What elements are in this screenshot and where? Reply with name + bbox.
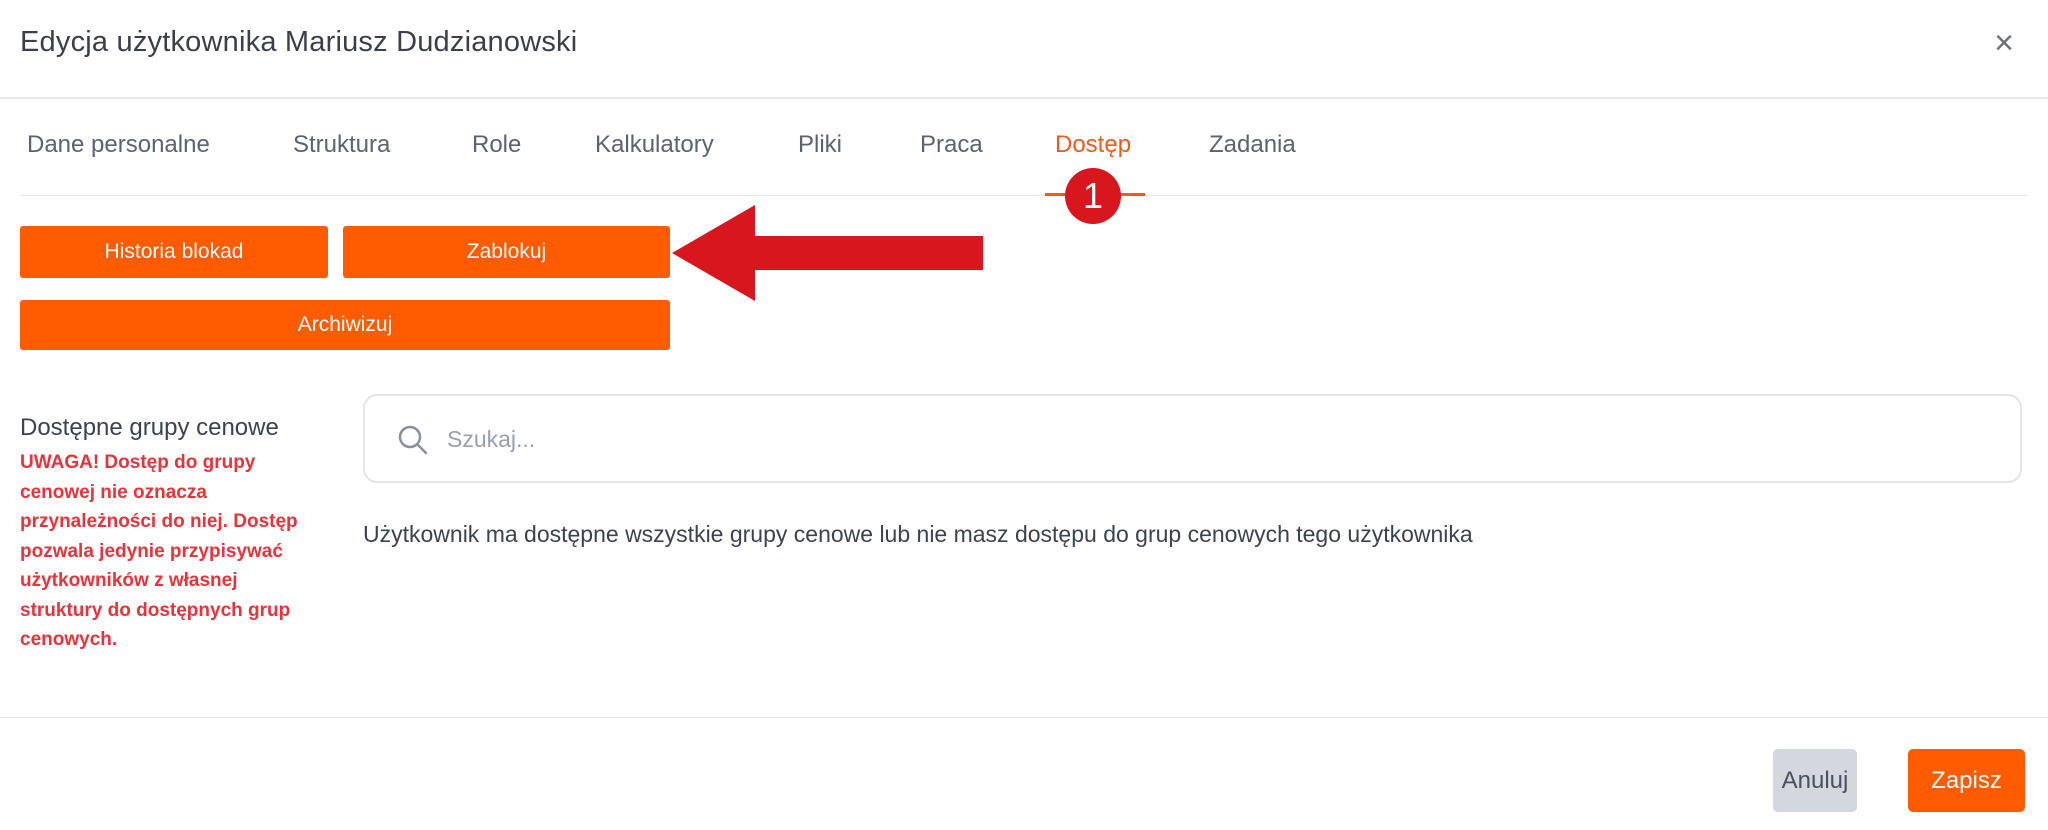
save-button[interactable]: Zapisz <box>1908 749 2025 812</box>
cancel-button[interactable]: Anuluj <box>1773 749 1857 812</box>
price-groups-warning: UWAGA! Dostęp do grupy cenowej nie oznac… <box>20 452 298 650</box>
tab-struktura[interactable]: Struktura <box>293 131 390 159</box>
modal-title: Edycja użytkownika Mariusz Dudzianowski <box>20 26 578 58</box>
search-icon <box>398 425 428 455</box>
tab-praca[interactable]: Praca <box>920 131 983 159</box>
annotation-arrow-icon <box>672 205 983 301</box>
archive-button[interactable]: Archiwizuj <box>20 300 670 350</box>
search-input[interactable] <box>445 416 1949 462</box>
annotation-badge: 1 <box>1065 168 1121 224</box>
search-box <box>363 394 2022 483</box>
block-button[interactable]: Zablokuj <box>343 226 670 278</box>
tab-divider <box>20 195 2028 196</box>
tab-kalkulatory[interactable]: Kalkulatory <box>595 131 714 159</box>
price-groups-info: Użytkownik ma dostępne wszystkie grupy c… <box>363 521 1473 547</box>
price-groups-title: Dostępne grupy cenowe <box>20 414 279 441</box>
footer-divider <box>0 717 2048 718</box>
close-icon[interactable]: × <box>1994 26 2014 60</box>
tab-role[interactable]: Role <box>472 131 521 159</box>
tab-pliki[interactable]: Pliki <box>798 131 842 159</box>
tab-dostep[interactable]: Dostęp <box>1055 131 1131 159</box>
history-blocks-button[interactable]: Historia blokad <box>20 226 328 278</box>
tab-zadania[interactable]: Zadania <box>1209 131 1296 159</box>
header-divider <box>0 97 2048 99</box>
tab-dane-personalne[interactable]: Dane personalne <box>27 131 210 159</box>
